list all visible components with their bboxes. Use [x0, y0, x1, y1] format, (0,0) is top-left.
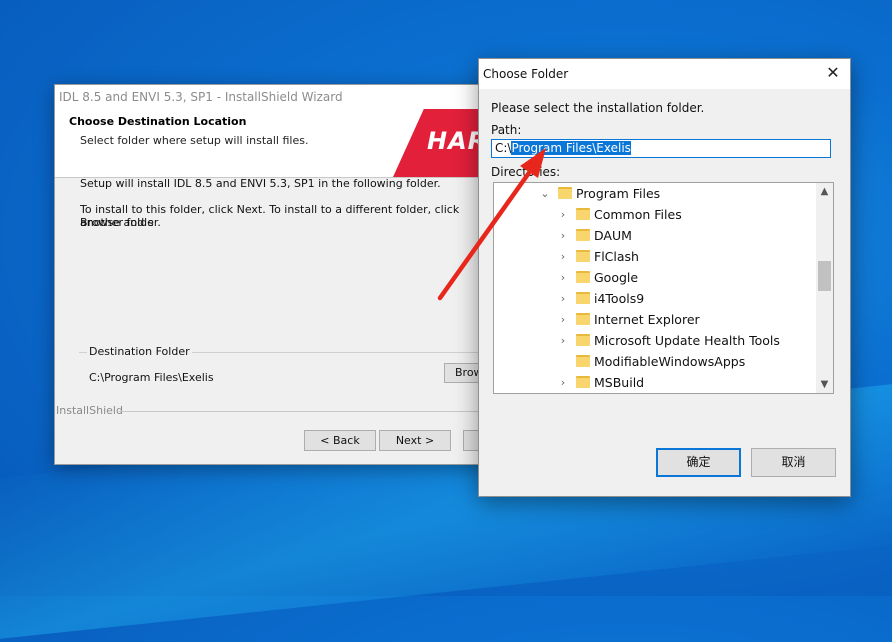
tree-item[interactable]: › DAUM: [494, 225, 815, 246]
folder-icon: [576, 229, 590, 241]
installshield-wizard-window: IDL 8.5 and ENVI 5.3, SP1 - InstallShiel…: [54, 84, 514, 465]
chevron-right-icon[interactable]: ›: [558, 330, 568, 351]
scroll-up-icon[interactable]: ▲: [816, 183, 833, 200]
folder-icon: [576, 313, 590, 325]
folder-icon: [558, 187, 572, 199]
tree-scrollbar[interactable]: ▲ ▼: [816, 183, 833, 393]
cancel-button[interactable]: 取消: [751, 448, 836, 477]
dialog-prompt: Please select the installation folder.: [491, 101, 705, 115]
tree-item-label: Microsoft Update Health Tools: [594, 333, 780, 348]
chevron-right-icon[interactable]: ›: [558, 267, 568, 288]
folder-icon: [576, 250, 590, 262]
divider: [119, 411, 499, 412]
chevron-right-icon[interactable]: ›: [558, 204, 568, 225]
chevron-right-icon[interactable]: ›: [558, 309, 568, 330]
folder-icon: [576, 334, 590, 346]
directory-tree[interactable]: ⌄ Program Files › Common Files › DAUM › …: [493, 182, 834, 394]
tree-item[interactable]: ⌄ Program Files: [494, 183, 815, 204]
folder-icon: [576, 292, 590, 304]
tree-item-label: DAUM: [594, 228, 632, 243]
folder-icon: [576, 271, 590, 283]
tree-item-label: MSBuild: [594, 375, 645, 390]
ok-button[interactable]: 确定: [656, 448, 741, 477]
scroll-down-icon[interactable]: ▼: [816, 376, 833, 393]
destination-folder-path: C:\Program Files\Exelis: [89, 371, 214, 384]
install-instructions-text-cont: another folder.: [80, 216, 161, 229]
destination-folder-legend: Destination Folder: [87, 345, 192, 358]
chevron-down-icon[interactable]: ⌄: [540, 183, 550, 204]
chevron-right-icon[interactable]: ›: [558, 246, 568, 267]
tree-item[interactable]: › FlClash: [494, 246, 815, 267]
tree-item[interactable]: › Internet Explorer: [494, 309, 815, 330]
tree-item-label: FlClash: [594, 249, 639, 264]
scroll-thumb[interactable]: [818, 261, 831, 291]
dialog-title: Choose Folder: [479, 59, 850, 89]
close-icon[interactable]: ✕: [824, 64, 842, 82]
tree-item-label: Program Files: [576, 186, 661, 201]
tree-item[interactable]: › MSBuild: [494, 372, 815, 393]
folder-icon: [576, 208, 590, 220]
tree-item-label: Common Files: [594, 207, 682, 222]
tree-item-label: i4Tools9: [594, 291, 645, 306]
tree-item[interactable]: › i4Tools9: [494, 288, 815, 309]
tree-item[interactable]: ModifiableWindowsApps: [494, 351, 815, 372]
path-selected-text: Program Files\Exelis: [511, 141, 631, 155]
path-input[interactable]: C:\Program Files\Exelis: [491, 139, 831, 158]
path-label: Path:: [491, 123, 522, 137]
tree-item-label: Internet Explorer: [594, 312, 700, 327]
tree-item[interactable]: › Common Files: [494, 204, 815, 225]
wizard-header: Choose Destination Location Select folde…: [55, 109, 495, 178]
choose-folder-dialog: Choose Folder ✕ Please select the instal…: [478, 58, 851, 497]
tree-item[interactable]: › Google: [494, 267, 815, 288]
page-subtitle: Select folder where setup will install f…: [80, 134, 309, 147]
next-button[interactable]: Next >: [379, 430, 451, 451]
folder-icon: [576, 376, 590, 388]
chevron-right-icon[interactable]: ›: [558, 225, 568, 246]
folder-icon: [576, 355, 590, 367]
path-prefix: C:\: [495, 141, 512, 155]
install-info-text: Setup will install IDL 8.5 and ENVI 5.3,…: [80, 177, 441, 190]
destination-folder-group: Destination Folder C:\Program Files\Exel…: [79, 345, 499, 397]
chevron-right-icon[interactable]: ›: [558, 288, 568, 309]
window-title: IDL 8.5 and ENVI 5.3, SP1 - InstallShiel…: [55, 85, 495, 109]
tree-item-label: ModifiableWindowsApps: [594, 354, 746, 369]
directories-label: Directories:: [491, 165, 561, 179]
back-button[interactable]: < Back: [304, 430, 376, 451]
tree-item[interactable]: › Microsoft Update Health Tools: [494, 330, 815, 351]
tree-item-label: Google: [594, 270, 639, 285]
installshield-label: InstallShield: [56, 404, 123, 417]
page-title: Choose Destination Location: [69, 115, 247, 128]
chevron-right-icon[interactable]: ›: [558, 372, 568, 393]
